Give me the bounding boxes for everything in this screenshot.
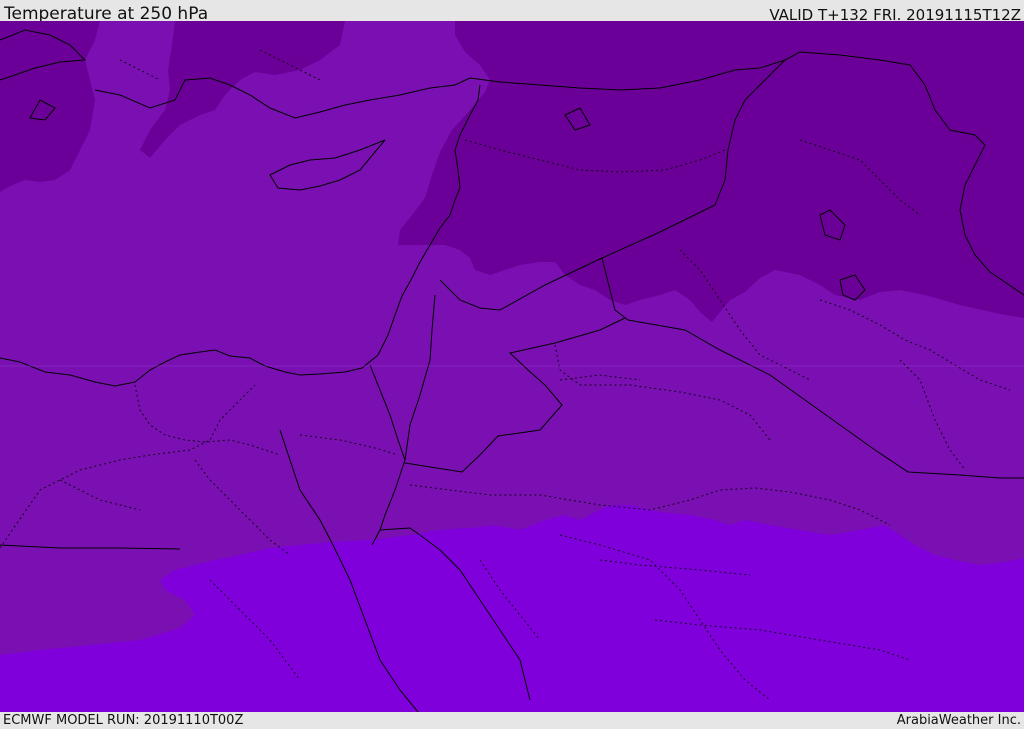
model-run-label: ECMWF MODEL RUN: 20191110T00Z	[3, 713, 244, 728]
map-header: Temperature at 250 hPa VALID T+132 FRI. …	[0, 0, 1024, 24]
map-footer: ECMWF MODEL RUN: 20191110T00Z ArabiaWeat…	[0, 712, 1024, 729]
weather-map	[0, 21, 1024, 712]
map-area	[0, 21, 1024, 712]
credit-label: ArabiaWeather Inc.	[896, 713, 1021, 728]
